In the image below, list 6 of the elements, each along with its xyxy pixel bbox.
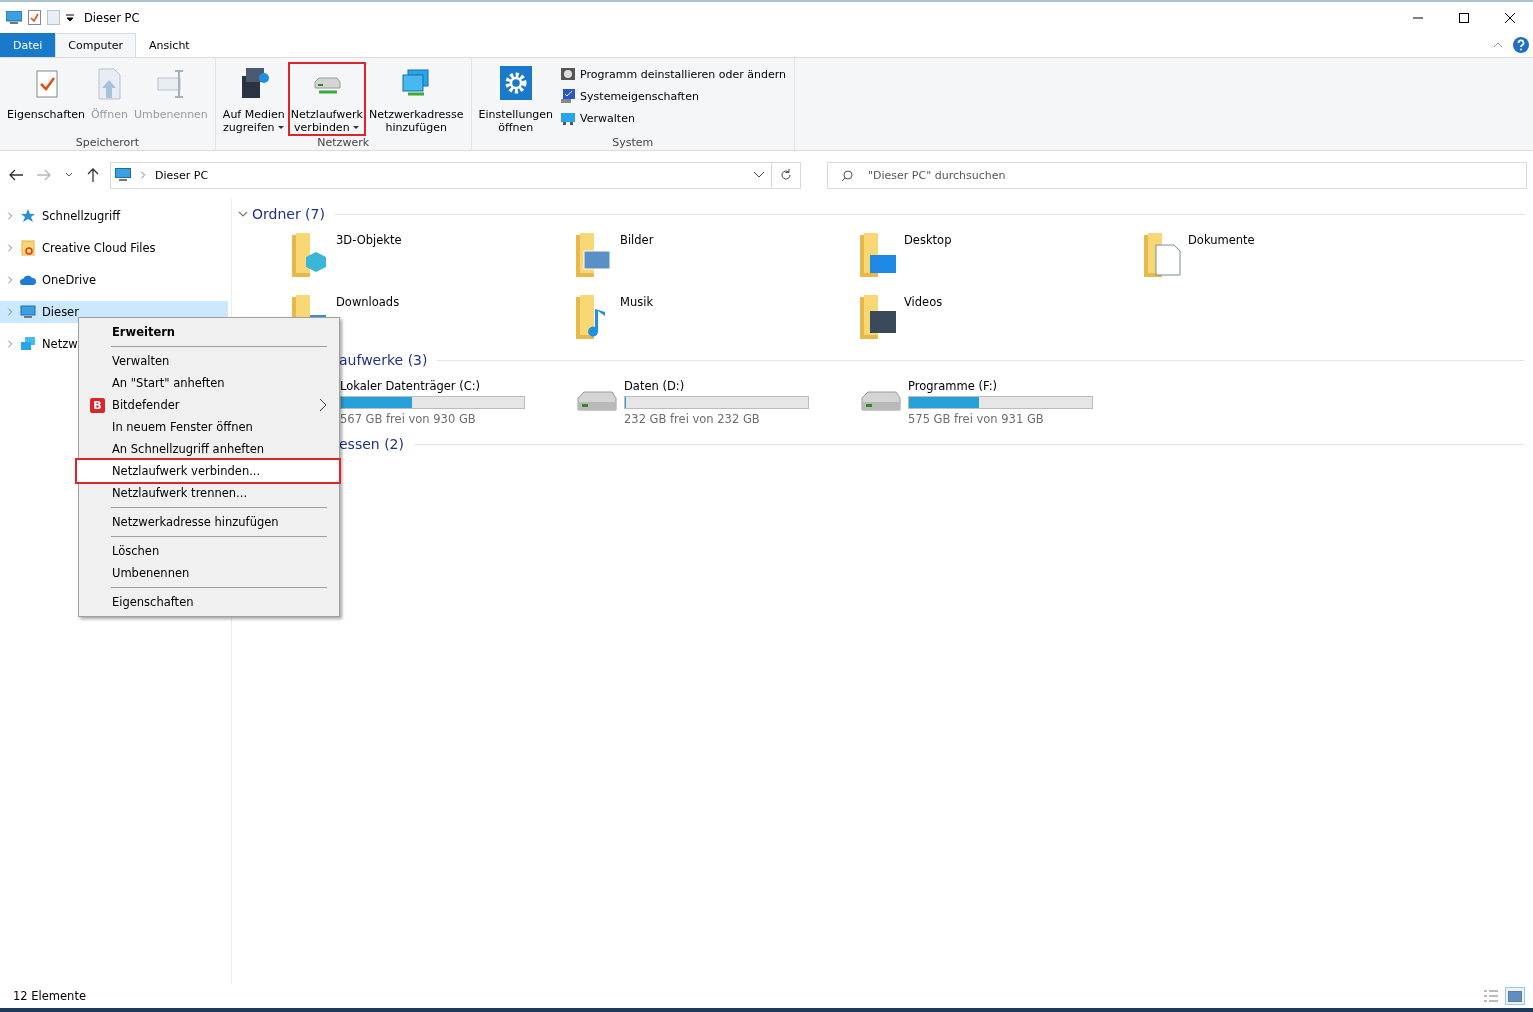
group-label: Speicherort xyxy=(74,136,141,151)
bitdefender-logo: B xyxy=(90,397,105,413)
window-title: Dieser PC xyxy=(84,10,140,25)
group-label: System xyxy=(611,136,655,151)
item-count: 12 Elemente xyxy=(13,989,86,1003)
group-label: Netzwerk xyxy=(316,136,371,151)
